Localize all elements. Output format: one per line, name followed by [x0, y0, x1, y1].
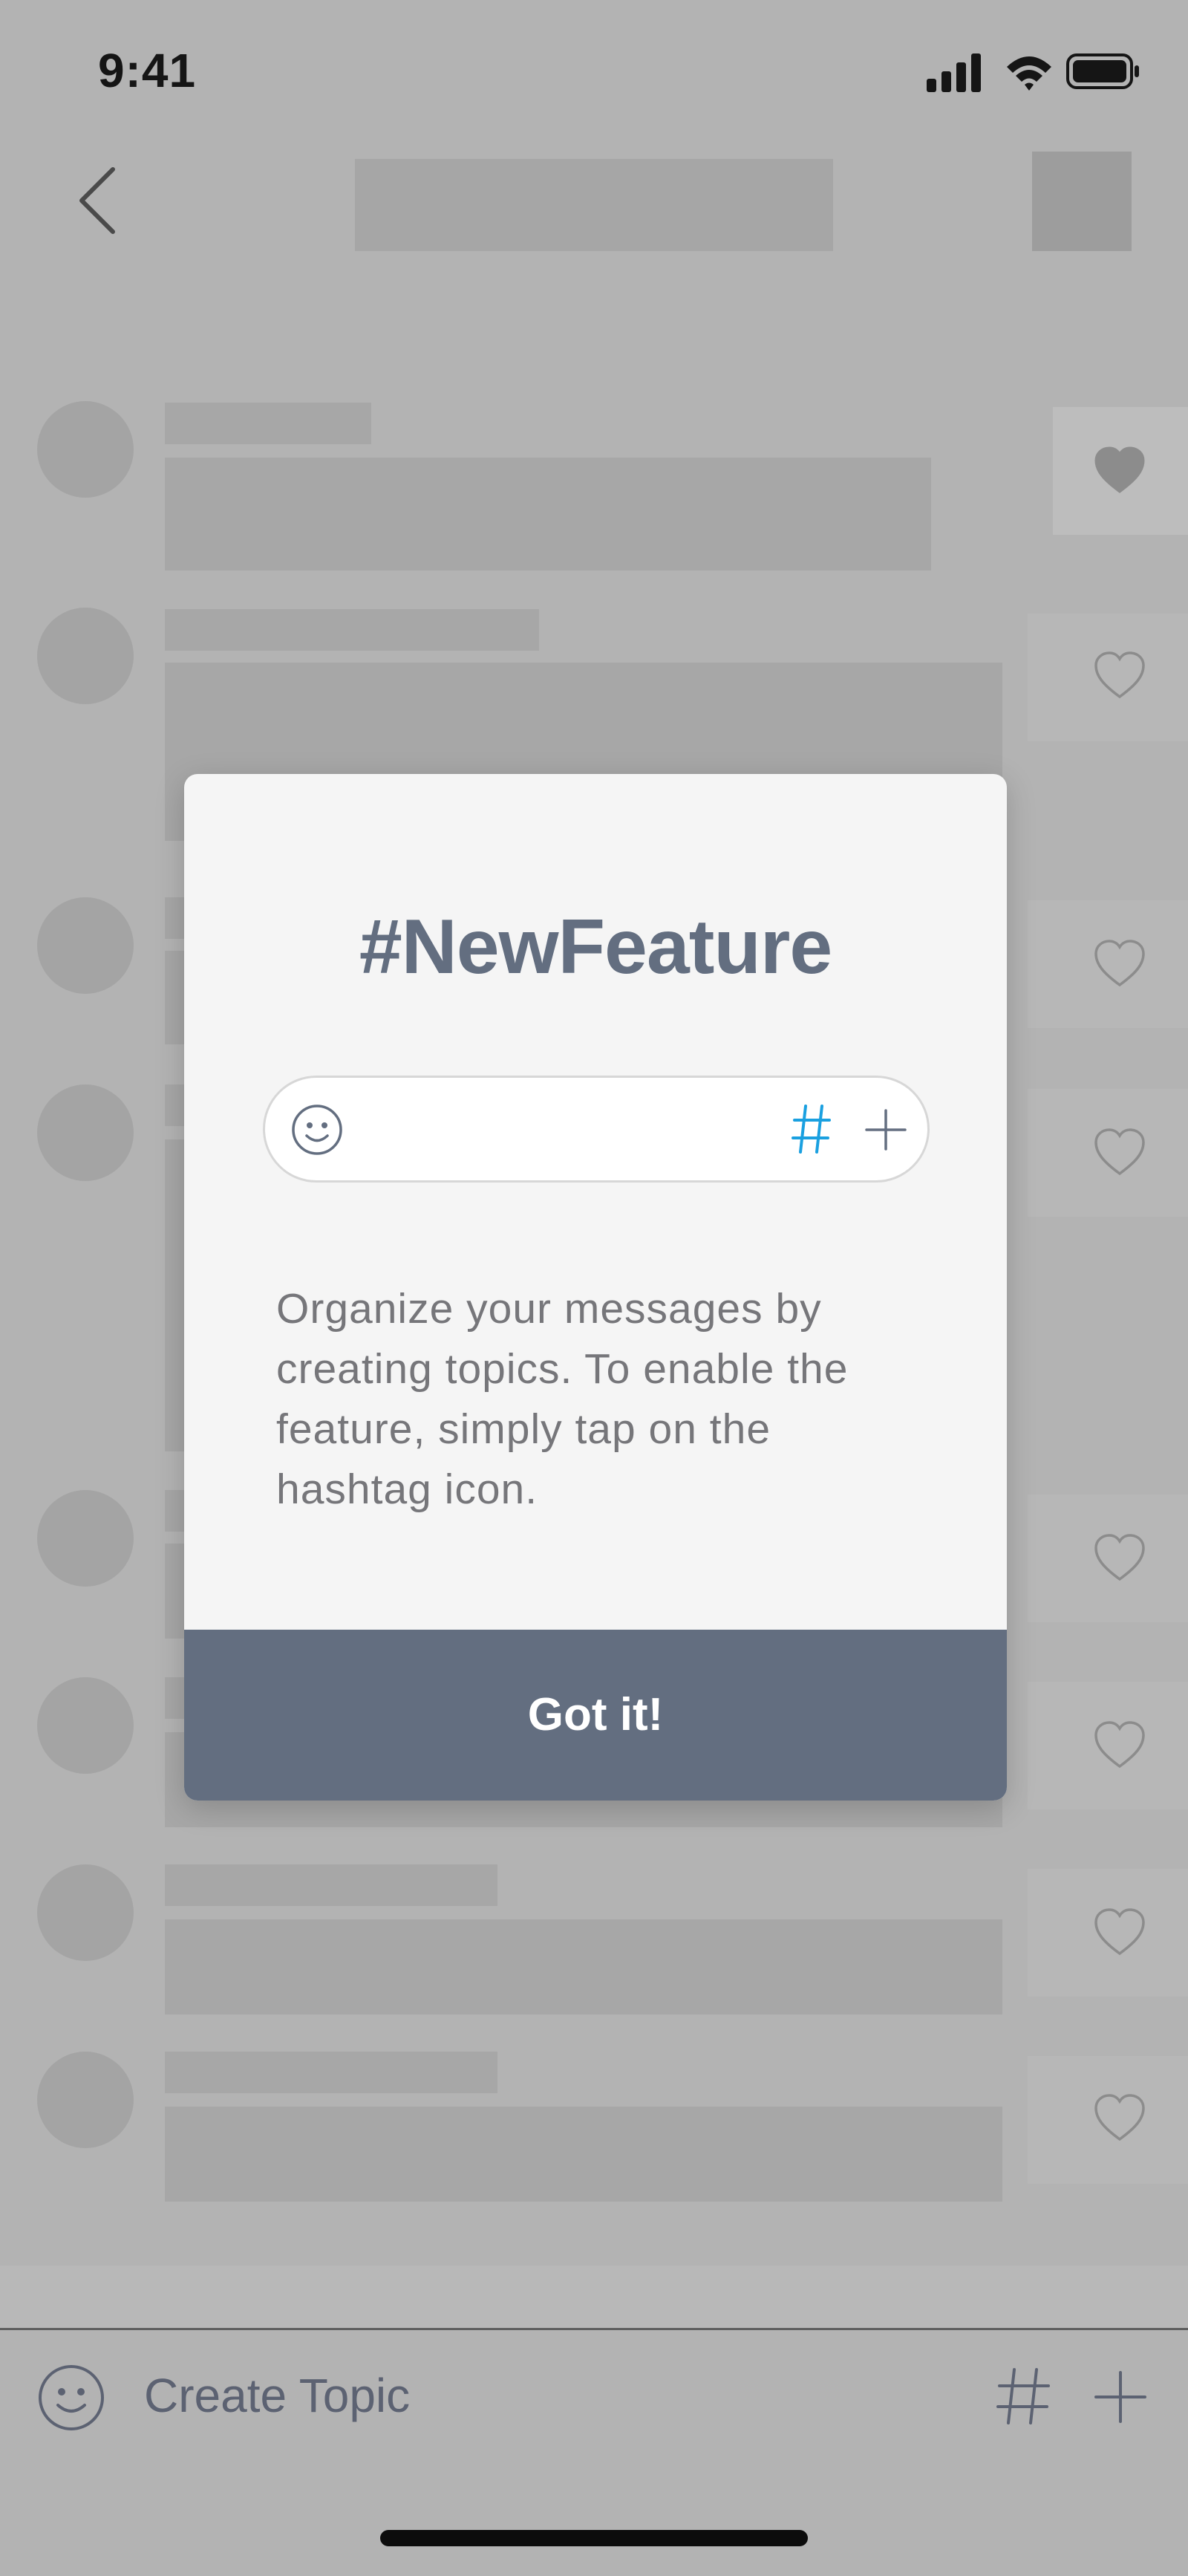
avatar	[37, 401, 134, 498]
heart-icon[interactable]	[1093, 1720, 1146, 1769]
heart-icon[interactable]	[1093, 1533, 1146, 1582]
avatar	[37, 2052, 134, 2148]
create-topic-input[interactable]: Create Topic	[144, 2368, 410, 2423]
avatar	[37, 608, 134, 704]
heart-icon[interactable]	[1093, 939, 1146, 988]
signal-icon	[927, 53, 981, 92]
heart-icon[interactable]	[1093, 651, 1146, 700]
battery-icon	[1066, 53, 1139, 89]
plus-icon[interactable]	[1094, 2371, 1146, 2423]
avatar	[37, 1864, 134, 1961]
status-time: 9:41	[98, 44, 197, 97]
smiley-icon[interactable]	[37, 2364, 105, 2432]
name-placeholder	[165, 609, 539, 651]
got-it-button[interactable]: Got it!	[184, 1630, 1007, 1801]
new-feature-dialog: #NewFeature Organize your messages by cr…	[184, 774, 1007, 1801]
message-placeholder	[165, 458, 931, 570]
nav-action-placeholder[interactable]	[1032, 152, 1132, 251]
smiley-icon	[292, 1105, 342, 1155]
avatar	[37, 1084, 134, 1181]
dialog-description: Organize your messages by creating topic…	[276, 1285, 849, 1513]
plus-icon	[865, 1109, 907, 1151]
avatar	[37, 897, 134, 994]
composer-preview	[263, 1076, 930, 1183]
heart-icon[interactable]	[1093, 1128, 1146, 1177]
status-icons	[927, 53, 1139, 92]
hashtag-icon	[792, 1105, 831, 1154]
hashtag-icon[interactable]	[995, 2367, 1051, 2426]
name-placeholder	[165, 2052, 497, 2093]
heart-icon[interactable]	[1093, 2093, 1146, 2142]
got-it-button-label: Got it!	[527, 1689, 664, 1740]
nav-title-placeholder	[355, 159, 833, 251]
heart-icon[interactable]	[1093, 1907, 1146, 1957]
avatar	[37, 1490, 134, 1587]
message-placeholder	[165, 1919, 1002, 2014]
chevron-left-icon[interactable]	[68, 163, 128, 238]
avatar	[37, 1677, 134, 1774]
name-placeholder	[165, 1864, 497, 1906]
message-placeholder	[165, 2107, 1002, 2202]
home-indicator	[380, 2530, 808, 2546]
heart-icon[interactable]	[1093, 446, 1146, 495]
feed-footer	[0, 2266, 1188, 2328]
wifi-icon	[1007, 56, 1051, 91]
dialog-title: #NewFeature	[359, 904, 832, 990]
name-placeholder	[165, 403, 371, 444]
